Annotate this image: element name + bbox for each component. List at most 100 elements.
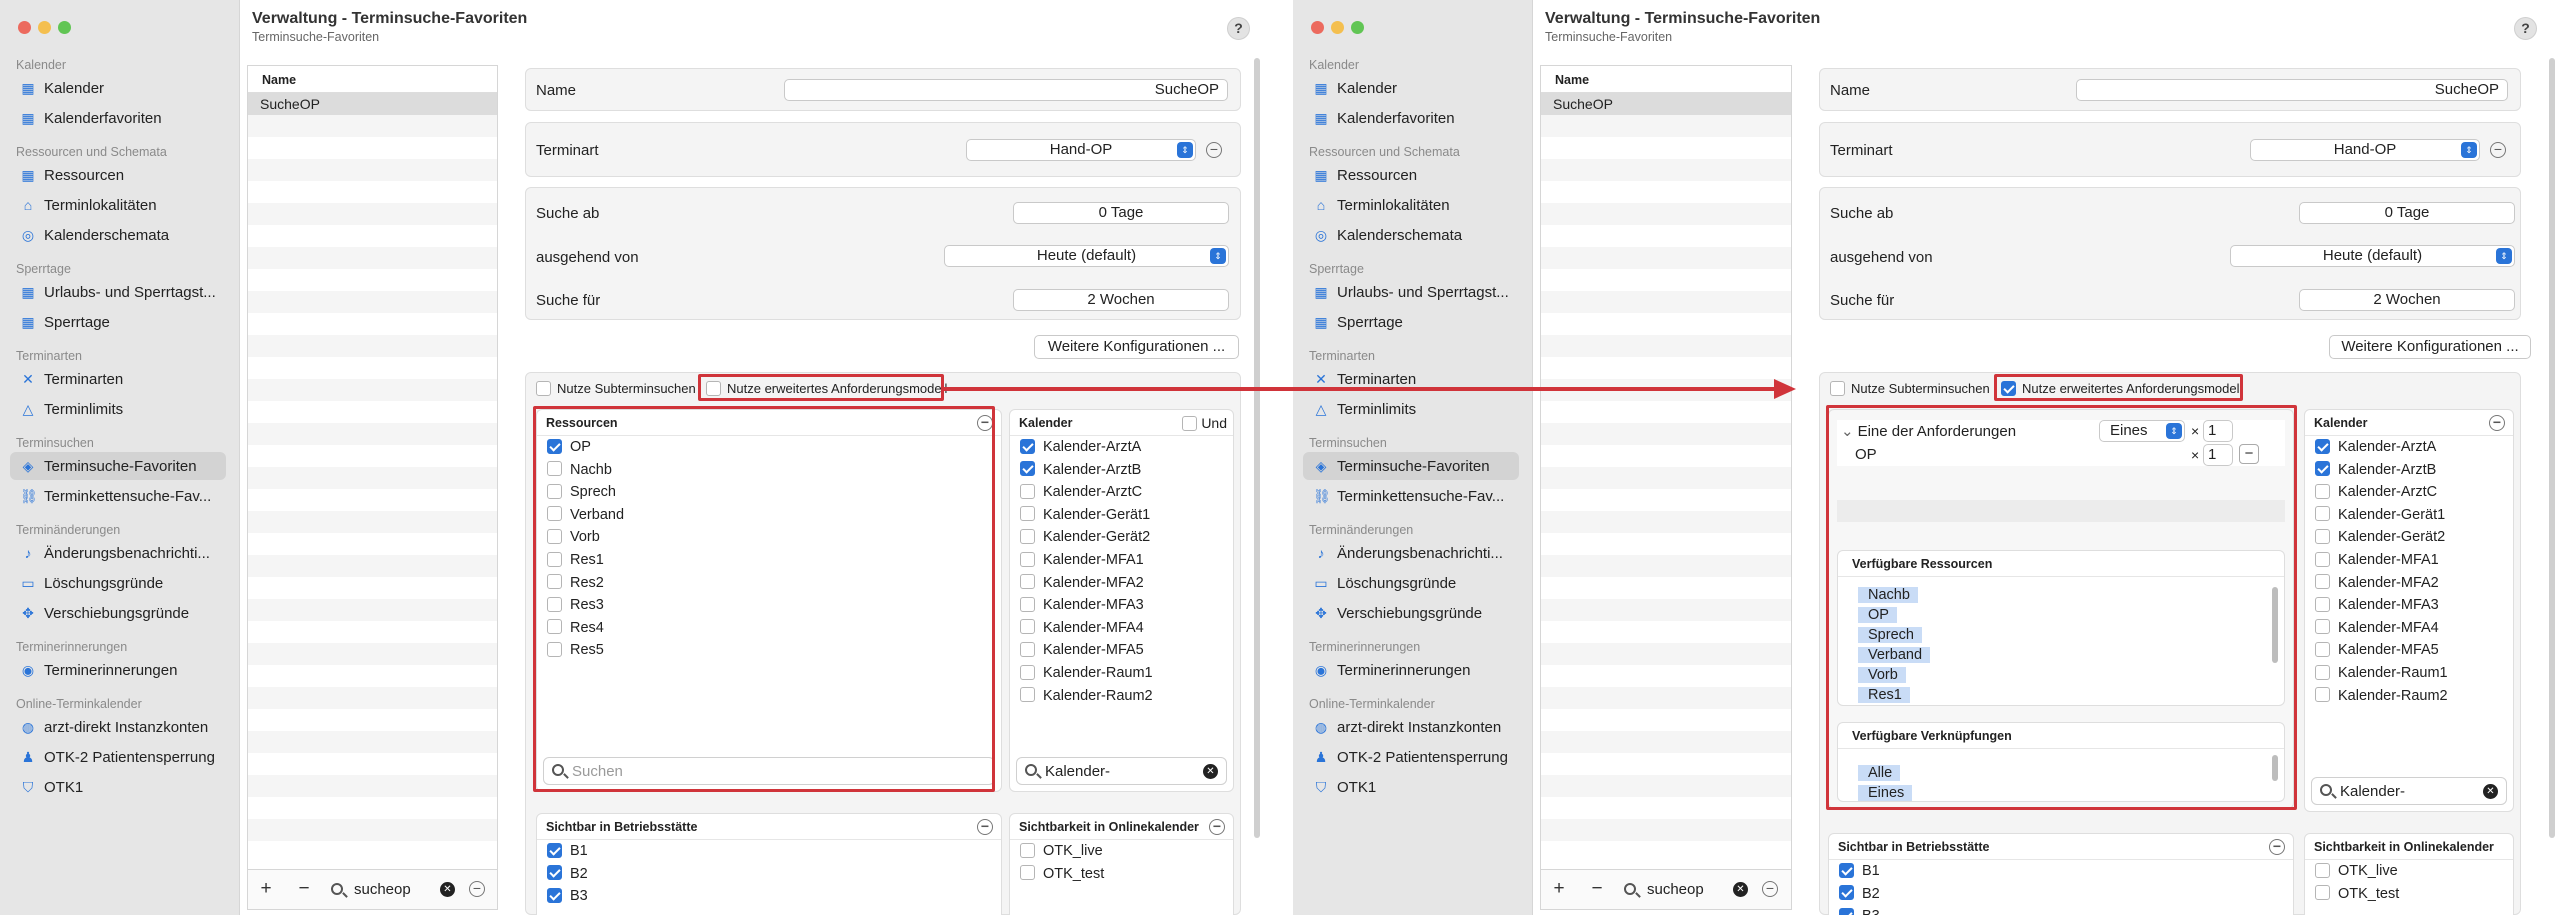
subterminsuchen-checkbox[interactable]: Nutze Subterminsuchen: [536, 381, 696, 397]
checkbox[interactable]: [2315, 862, 2330, 878]
list-options-button[interactable]: −: [469, 881, 485, 897]
sidebar-item-verschiebungsgründe[interactable]: ✥ Verschiebungsgründe: [1303, 599, 1519, 627]
sidebar-item-terminlimits[interactable]: △ Terminlimits: [10, 395, 226, 423]
sidebar-item-otk1[interactable]: ⛉ OTK1: [1303, 773, 1519, 801]
check-item-kalender-gerät2[interactable]: Kalender-Gerät2: [1010, 526, 1233, 549]
check-item-kalender-arzta[interactable]: Kalender-ArztA: [2305, 436, 2513, 459]
sidebar-item-terminerinnerungen[interactable]: ◉ Terminerinnerungen: [10, 656, 226, 684]
check-item-kalender-mfa3[interactable]: Kalender-MFA3: [2305, 594, 2513, 617]
subterminsuchen-checkbox[interactable]: Nutze Subterminsuchen: [1830, 381, 1990, 397]
checkbox[interactable]: [547, 842, 562, 858]
weitere-konfigurationen-button[interactable]: Weitere Konfigurationen ...: [1034, 335, 1239, 359]
ausgehend-select[interactable]: Heute (default) ⇕: [2230, 245, 2515, 267]
checkbox[interactable]: [547, 887, 562, 903]
sidebar-item-terminerinnerungen[interactable]: ◉ Terminerinnerungen: [1303, 656, 1519, 684]
checkbox[interactable]: [1020, 438, 1035, 454]
name-input[interactable]: SucheOP: [2076, 79, 2508, 101]
checkbox[interactable]: [2315, 483, 2330, 499]
suche-ab-input[interactable]: 0 Tage: [2299, 202, 2515, 224]
check-item-b3[interactable]: B3: [1829, 905, 2293, 915]
sidebar-item-kalenderfavoriten[interactable]: ▦ Kalenderfavoriten: [10, 104, 226, 132]
sidebar-item-arzt-direkt-instanzkonten[interactable]: ◍ arzt-direkt Instanzkonten: [10, 713, 226, 741]
close-window-button[interactable]: [18, 21, 31, 34]
checkbox[interactable]: [1020, 842, 1035, 858]
calendar-search-input[interactable]: Kalender- ✕: [2311, 777, 2507, 805]
add-favorite-button[interactable]: +: [256, 879, 276, 899]
sidebar-item-löschungsgründe[interactable]: ▭ Löschungsgründe: [10, 569, 226, 597]
checkbox[interactable]: [2315, 461, 2330, 477]
sidebar-item-terminkettensuche-fav[interactable]: ⛓ Terminkettensuche-Fav...: [10, 482, 226, 510]
checkbox[interactable]: [2315, 619, 2330, 635]
check-item-kalender-arztc[interactable]: Kalender-ArztC: [1010, 481, 1233, 504]
check-item-kalender-raum1[interactable]: Kalender-Raum1: [1010, 662, 1233, 685]
check-item-kalender-mfa1[interactable]: Kalender-MFA1: [2305, 549, 2513, 572]
sidebar-item-sperrtage[interactable]: ▦ Sperrtage: [1303, 308, 1519, 336]
checkbox[interactable]: [2315, 642, 2330, 658]
suche-fuer-input[interactable]: 2 Wochen: [1013, 289, 1229, 311]
sidebar-item-otk1[interactable]: ⛉ OTK1: [10, 773, 226, 801]
checkbox[interactable]: [2315, 596, 2330, 612]
checkbox[interactable]: [1020, 529, 1035, 545]
sidebar-item-löschungsgründe[interactable]: ▭ Löschungsgründe: [1303, 569, 1519, 597]
check-item-kalender-mfa2[interactable]: Kalender-MFA2: [1010, 572, 1233, 595]
form-scrollbar[interactable]: [1254, 58, 1260, 838]
favorites-list-row[interactable]: SucheOP: [248, 93, 497, 115]
sidebar-item-terminkettensuche-fav[interactable]: ⛓ Terminkettensuche-Fav...: [1303, 482, 1519, 510]
checkbox[interactable]: [2315, 529, 2330, 545]
check-item-kalender-gerät1[interactable]: Kalender-Gerät1: [1010, 504, 1233, 527]
checkbox[interactable]: [1020, 551, 1035, 567]
checkbox[interactable]: [1839, 885, 1854, 901]
help-button[interactable]: ?: [1227, 17, 1250, 40]
add-favorite-button[interactable]: +: [1549, 879, 1569, 899]
sidebar-item-ressourcen[interactable]: ▦ Ressourcen: [1303, 161, 1519, 189]
check-item-kalender-arztb[interactable]: Kalender-ArztB: [1010, 459, 1233, 482]
check-item-kalender-arztc[interactable]: Kalender-ArztC: [2305, 481, 2513, 504]
suche-fuer-input[interactable]: 2 Wochen: [2299, 289, 2515, 311]
sichtbar-options-button[interactable]: −: [2269, 839, 2285, 855]
list-options-button[interactable]: −: [1762, 881, 1778, 897]
sidebar-item-terminlimits[interactable]: △ Terminlimits: [1303, 395, 1519, 423]
name-input[interactable]: SucheOP: [784, 79, 1228, 101]
sidebar-item-urlaubs-und-sperrtagst[interactable]: ▦ Urlaubs- und Sperrtagst...: [10, 278, 226, 306]
checkbox[interactable]: [1020, 642, 1035, 658]
check-item-kalender-arztb[interactable]: Kalender-ArztB: [2305, 459, 2513, 482]
sidebar-item-urlaubs-und-sperrtagst[interactable]: ▦ Urlaubs- und Sperrtagst...: [1303, 278, 1519, 306]
ausgehend-select[interactable]: Heute (default) ⇕: [944, 245, 1229, 267]
checkbox[interactable]: [1020, 687, 1035, 703]
sidebar-item-arzt-direkt-instanzkonten[interactable]: ◍ arzt-direkt Instanzkonten: [1303, 713, 1519, 741]
sidebar-item-kalenderfavoriten[interactable]: ▦ Kalenderfavoriten: [1303, 104, 1519, 132]
favorites-list-row[interactable]: SucheOP: [1541, 93, 1791, 115]
zoom-window-button[interactable]: [1351, 21, 1364, 34]
clear-search-icon[interactable]: ✕: [1733, 882, 1748, 897]
terminart-remove-button[interactable]: −: [2490, 142, 2506, 158]
terminart-select[interactable]: Hand-OP ⇕: [966, 139, 1196, 161]
sidebar-item-kalenderschemata[interactable]: ◎ Kalenderschemata: [10, 221, 226, 249]
suche-ab-input[interactable]: 0 Tage: [1013, 202, 1229, 224]
check-item-otk-test[interactable]: OTK_test: [2305, 883, 2513, 906]
sidebar-item-terminsuche-favoriten[interactable]: ◈ Terminsuche-Favoriten: [10, 452, 226, 480]
close-window-button[interactable]: [1311, 21, 1324, 34]
sidebar-item-kalender[interactable]: ▦ Kalender: [1303, 74, 1519, 102]
list-search-field[interactable]: sucheop ✕: [331, 879, 455, 901]
check-item-kalender-raum2[interactable]: Kalender-Raum2: [1010, 685, 1233, 708]
online-options-button[interactable]: −: [1209, 819, 1225, 835]
checkbox[interactable]: [547, 865, 562, 881]
check-item-kalender-mfa5[interactable]: Kalender-MFA5: [2305, 639, 2513, 662]
checkbox[interactable]: [1020, 483, 1035, 499]
checkbox[interactable]: [2315, 574, 2330, 590]
check-item-b3[interactable]: B3: [537, 885, 1001, 908]
sidebar-item-terminlokalitäten[interactable]: ⌂ Terminlokalitäten: [1303, 191, 1519, 219]
calendar-options-button[interactable]: −: [2489, 415, 2505, 431]
sidebar-item-otk-2-patientensperrung[interactable]: ♟ OTK-2 Patientensperrung: [1303, 743, 1519, 771]
checkbox[interactable]: [1020, 506, 1035, 522]
help-button[interactable]: ?: [2514, 17, 2537, 40]
remove-favorite-button[interactable]: −: [294, 879, 314, 899]
checkbox[interactable]: [2315, 885, 2330, 901]
sidebar-item-ressourcen[interactable]: ▦ Ressourcen: [10, 161, 226, 189]
sidebar-item-sperrtage[interactable]: ▦ Sperrtage: [10, 308, 226, 336]
sidebar-item-verschiebungsgründe[interactable]: ✥ Verschiebungsgründe: [10, 599, 226, 627]
clear-search-icon[interactable]: ✕: [2483, 784, 2498, 799]
und-checkbox[interactable]: Und: [1182, 415, 1227, 432]
sidebar-item-änderungsbenachrichti[interactable]: ♪ Änderungsbenachrichti...: [10, 539, 226, 567]
check-item-kalender-mfa2[interactable]: Kalender-MFA2: [2305, 572, 2513, 595]
